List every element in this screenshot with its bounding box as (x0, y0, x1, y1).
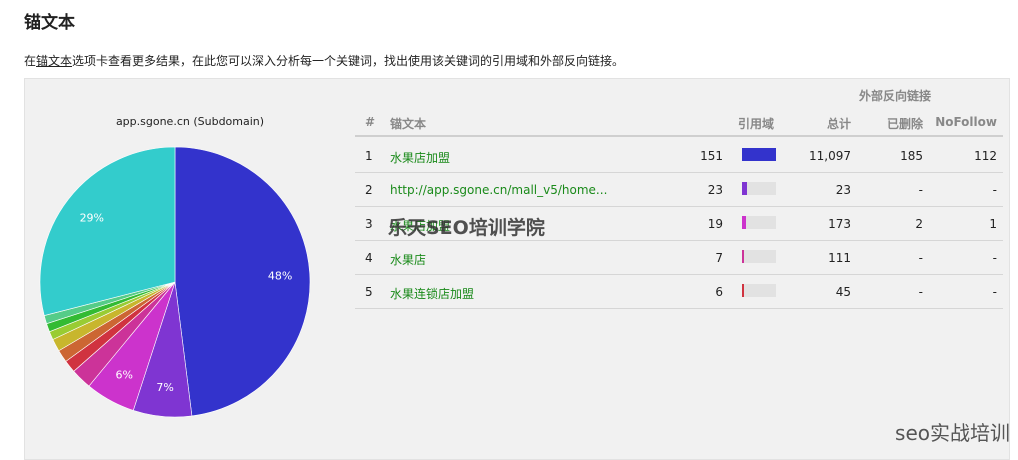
ref-domain-bar (742, 250, 776, 263)
row-anchor-link[interactable]: 水果店加盟 (390, 149, 450, 166)
ref-domain-bar-fill (742, 284, 744, 297)
anchor-pie-chart: app.sgone.cn (Subdomain) 48% 7% 6% 29% (39, 115, 311, 418)
table-row: 5 水果连锁店加盟 6 45 - - (355, 275, 1003, 309)
ref-domain-bar (742, 284, 776, 297)
row-total: 23 (835, 183, 851, 197)
ref-domain-bar (742, 216, 776, 229)
row-anchor-link[interactable]: 水果连锁店加盟 (390, 285, 474, 302)
row-deleted: - (918, 183, 923, 197)
ref-domain-bar-fill (742, 148, 776, 161)
ref-domain-bar (742, 182, 776, 195)
ref-domain-bar-fill (742, 216, 746, 229)
row-num: 4 (365, 251, 373, 265)
col-ref-domains: 引用域 (738, 117, 775, 131)
row-num: 3 (365, 217, 373, 231)
pie-slice-label-2: 6% (116, 368, 133, 381)
table-row: 4 水果店 7 111 - - (355, 241, 1003, 275)
pie-slice-label-0: 48% (268, 269, 292, 282)
row-nofollow: - (992, 183, 997, 197)
col-nofollow: NoFollow (935, 115, 997, 129)
anchor-text-panel: app.sgone.cn (Subdomain) 48% 7% 6% 29% 外部反向… (24, 78, 1010, 460)
col-total: 总计 (826, 117, 851, 131)
table-header: # 锚文本 引用域 总计 已删除 NoFollow (355, 115, 1003, 137)
table-row: 2 http://app.sgone.cn/mall_v5/home... 23… (355, 173, 1003, 207)
ref-domain-bar-fill (742, 182, 747, 195)
external-backlinks-group-header: 外部反向链接 (858, 89, 931, 103)
row-num: 5 (365, 285, 373, 299)
watermark-text: 乐天SEO培训学院 (388, 217, 545, 239)
pie-slice-label-10: 29% (80, 211, 104, 224)
row-anchor-link[interactable]: 水果店 (390, 251, 426, 268)
col-num: # (365, 115, 376, 129)
row-num: 2 (365, 183, 373, 197)
row-nofollow: 1 (989, 217, 997, 231)
row-ref-domains: 151 (700, 149, 723, 163)
pie-slice-label-1: 7% (156, 381, 173, 394)
pie-chart-title: app.sgone.cn (Subdomain) (116, 115, 264, 128)
row-nofollow: 112 (974, 149, 997, 163)
row-ref-domains: 23 (707, 183, 723, 197)
row-total: 173 (828, 217, 851, 231)
col-anchor-text: 锚文本 (390, 117, 427, 131)
row-deleted: - (918, 285, 923, 299)
corner-watermark: seo实战培训 (895, 421, 1010, 445)
row-deleted: 2 (915, 217, 923, 231)
row-total: 45 (835, 285, 851, 299)
col-deleted: 已删除 (886, 117, 923, 131)
row-deleted: 185 (900, 149, 923, 163)
intro-before: 在 (24, 54, 37, 68)
row-nofollow: - (992, 285, 997, 299)
row-anchor-link[interactable]: http://app.sgone.cn/mall_v5/home... (390, 183, 607, 197)
row-total: 11,097 (809, 149, 851, 163)
row-nofollow: - (992, 251, 997, 265)
table-row: 1 水果店加盟 151 11,097 185 112 (355, 139, 1003, 173)
row-total: 111 (828, 251, 851, 265)
intro-after: 选项卡查看更多结果，在此您可以深入分析每一个关键词，找出使用该关键词的引用域和外… (72, 54, 625, 68)
page-title: 锚文本 (24, 13, 75, 33)
row-num: 1 (365, 149, 373, 163)
anchor-text-tab-link[interactable]: 锚文本 (36, 54, 72, 68)
ref-domain-bar-fill (742, 250, 744, 263)
row-ref-domains: 7 (715, 251, 723, 265)
row-ref-domains: 6 (715, 285, 723, 299)
row-deleted: - (918, 251, 923, 265)
row-ref-domains: 19 (707, 217, 723, 231)
ref-domain-bar (742, 148, 776, 161)
intro-text: 在锚文本选项卡查看更多结果，在此您可以深入分析每一个关键词，找出使用该关键词的引… (24, 52, 624, 69)
